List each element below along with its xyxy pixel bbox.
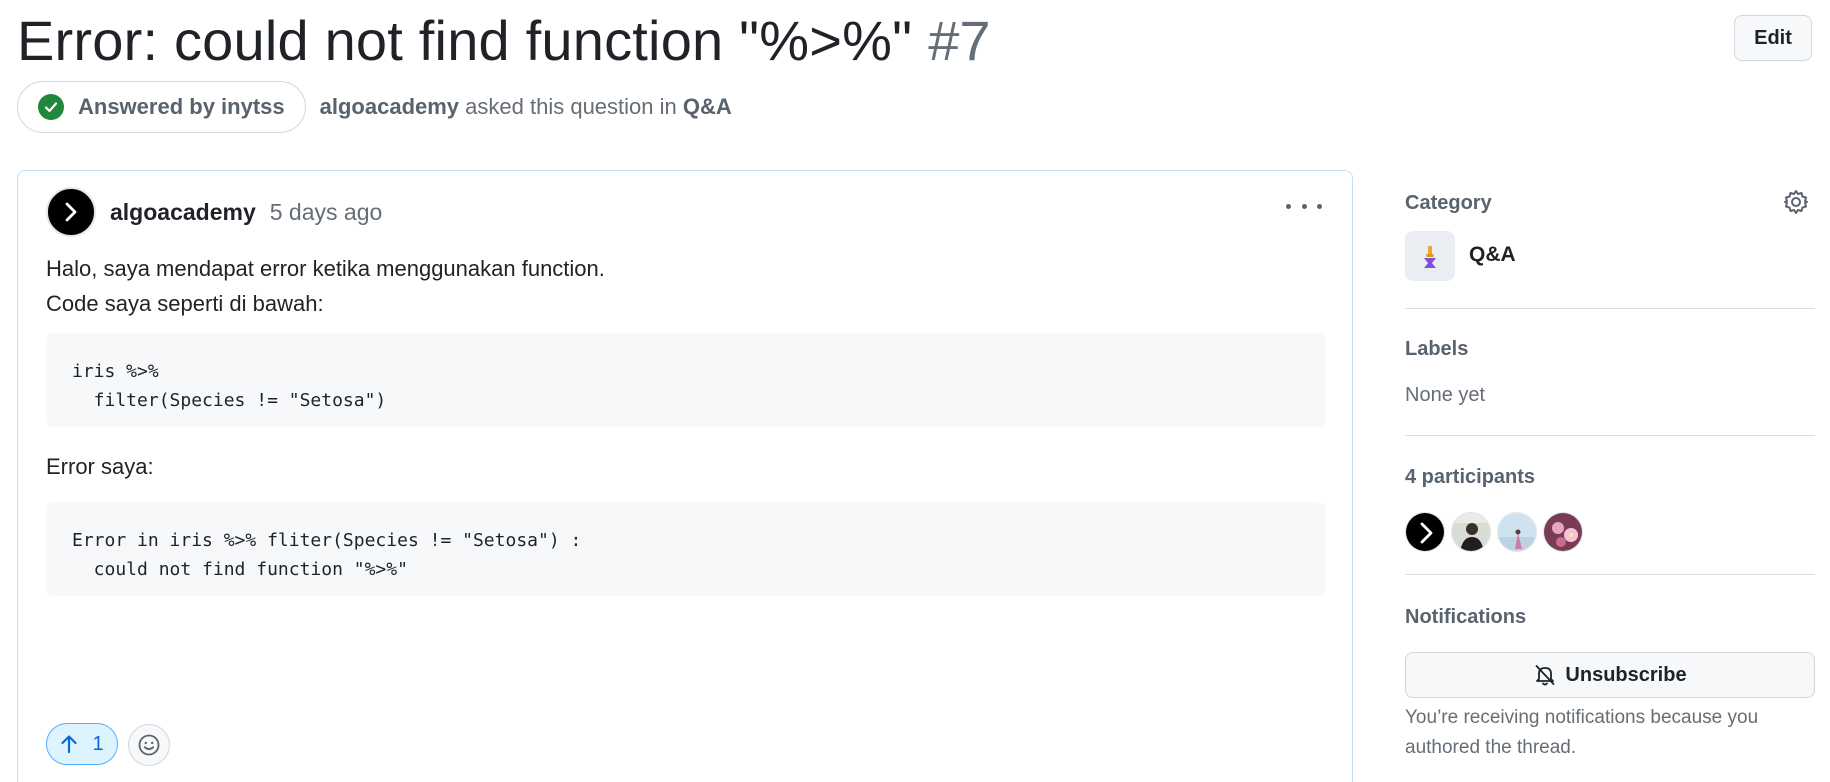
- category-emoji-icon: [1405, 231, 1455, 281]
- answered-badge[interactable]: Answered by inytss: [17, 81, 306, 133]
- labels-heading: Labels: [1405, 338, 1469, 360]
- asker-link[interactable]: algoacademy: [320, 94, 459, 119]
- upvote-count: 1: [92, 732, 104, 755]
- discussion-number: #7: [928, 9, 991, 72]
- bell-slash-icon: [1536, 665, 1555, 686]
- check-circle-icon: [38, 94, 64, 120]
- post-time[interactable]: 5 days ago: [270, 199, 383, 226]
- participants-heading: 4 participants: [1405, 466, 1536, 488]
- code-block: iris %>% filter(Species != "Setosa"): [46, 333, 1326, 427]
- asked-line: algoacademy asked this question in Q&A: [320, 94, 732, 120]
- category-name[interactable]: Q&A: [1469, 243, 1516, 267]
- asked-text: asked this question in: [465, 94, 677, 119]
- participant-avatar[interactable]: [1451, 512, 1491, 552]
- add-reaction-button[interactable]: [128, 724, 170, 766]
- post-author[interactable]: algoacademy: [110, 199, 256, 226]
- unsubscribe-button[interactable]: Unsubscribe: [1405, 652, 1815, 698]
- participant-avatar[interactable]: [1405, 512, 1445, 552]
- divider: [1405, 574, 1815, 575]
- paragraph-line: Halo, saya mendapat error ketika menggun…: [46, 256, 605, 281]
- discussion-post: algoacademy 5 days ago Halo, saya mendap…: [17, 170, 1353, 782]
- discussion-page: Error: could not find function "%>%" #7 …: [0, 0, 1830, 782]
- post-paragraph: Error saya:: [46, 454, 154, 479]
- notifications-heading: Notifications: [1405, 606, 1527, 628]
- more-options-icon[interactable]: [1286, 191, 1322, 221]
- arrow-up-icon: [61, 735, 78, 754]
- category-link[interactable]: Q&A: [683, 94, 732, 119]
- unsubscribe-label: Unsubscribe: [1565, 663, 1687, 686]
- title-row: Error: could not find function "%>%" #7: [17, 8, 991, 73]
- edit-button[interactable]: Edit: [1734, 15, 1812, 61]
- page-title: Error: could not find function "%>%": [17, 9, 913, 72]
- participant-avatar[interactable]: [1497, 512, 1537, 552]
- answered-label: Answered by inytss: [78, 94, 285, 119]
- participants-list: [1405, 512, 1583, 552]
- post-paragraph: Halo, saya mendapat error ketika menggun…: [46, 251, 605, 321]
- gear-icon[interactable]: [1782, 188, 1810, 216]
- divider: [1405, 435, 1815, 436]
- avatar[interactable]: [46, 187, 96, 237]
- notifications-note: You’re receiving notifications because y…: [1405, 707, 1759, 758]
- smiley-icon: [138, 734, 160, 756]
- post-header: algoacademy 5 days ago: [46, 187, 382, 237]
- divider: [1405, 308, 1815, 309]
- category-heading: Category: [1405, 192, 1492, 214]
- paragraph-line: Code saya seperti di bawah:: [46, 291, 324, 316]
- upvote-button[interactable]: 1: [46, 723, 118, 765]
- code-block: Error in iris %>% fliter(Species != "Set…: [46, 502, 1326, 596]
- participant-avatar[interactable]: [1543, 512, 1583, 552]
- meta-row: Answered by inytss algoacademy asked thi…: [17, 81, 732, 133]
- labels-value: None yet: [1405, 384, 1486, 406]
